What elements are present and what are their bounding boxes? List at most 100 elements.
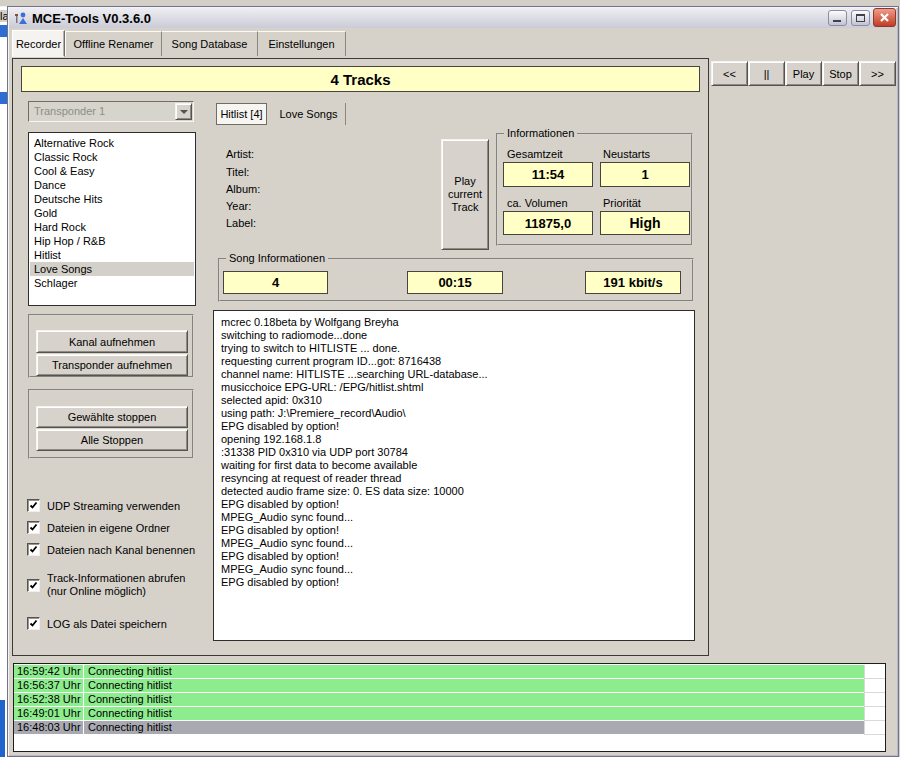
tab-label: Offline Renamer: [74, 38, 154, 50]
transponder-value: Transponder 1: [34, 105, 105, 117]
track-count-banner: 4 Tracks: [21, 66, 700, 92]
maximize-icon: [856, 14, 865, 22]
dropdown-button[interactable]: [175, 103, 192, 120]
neustarts-value: 1: [600, 162, 690, 187]
minimize-icon: [833, 20, 841, 22]
button-label: Kanal aufnehmen: [69, 336, 155, 348]
volumen-value: 11875,0: [503, 211, 593, 235]
log-line: EPG disabled by option!: [221, 524, 488, 537]
check-icon: [28, 618, 39, 629]
log-line: EPG disabled by option!: [221, 498, 488, 511]
play-label: Play: [793, 68, 814, 80]
eigene-ordner-checkbox[interactable]: [27, 521, 40, 534]
udp-streaming-checkbox[interactable]: [27, 499, 40, 512]
button-label: Play current Track: [443, 175, 487, 214]
gewaehlte-stoppen-button[interactable]: Gewählte stoppen: [36, 406, 188, 428]
channel-list-item[interactable]: Hard Rock: [30, 220, 194, 234]
song-time-value: 00:15: [407, 271, 503, 294]
tab-recorder[interactable]: Recorder: [12, 30, 65, 57]
log-output[interactable]: mcrec 0.18beta by Wolfgang Breyha switch…: [213, 310, 695, 641]
forward-button[interactable]: >>: [859, 61, 896, 86]
play-current-track-button[interactable]: Play current Track: [441, 139, 489, 250]
tab-song-database[interactable]: Song Database: [162, 31, 258, 56]
subtab-love-songs[interactable]: Love Songs: [272, 103, 346, 125]
log-line: MPEG_Audio sync found...: [221, 511, 488, 524]
log-line: MPEG_Audio sync found...: [221, 563, 488, 576]
subtab-hitlist[interactable]: Hitlist [4]: [216, 103, 267, 125]
log-line: selected apid: 0x310: [221, 394, 488, 407]
channel-list-item[interactable]: Classic Rock: [30, 150, 194, 164]
pause-button[interactable]: ||: [748, 61, 785, 86]
titel-label: Titel:: [226, 166, 249, 178]
status-row[interactable]: 16:49:01 UhrConnecting hitlist: [14, 707, 864, 720]
status-time: 16:52:38 Uhr: [14, 693, 84, 706]
transponder-aufnehmen-button[interactable]: Transponder aufnehmen: [36, 354, 188, 376]
check-icon: [28, 500, 39, 511]
tab-label: Einstellungen: [268, 38, 334, 50]
prioritaet-value: High: [600, 211, 690, 235]
status-row[interactable]: 16:52:38 UhrConnecting hitlist: [14, 693, 864, 706]
log-line: using path: J:\Premiere_record\Audio\: [221, 407, 488, 420]
close-button[interactable]: [873, 8, 896, 27]
song-number-value: 4: [223, 271, 328, 294]
log-line: EPG disabled by option!: [221, 550, 488, 563]
rewind-label: <<: [723, 68, 736, 80]
log-line: :31338 PID 0x310 via UDP port 30784: [221, 446, 488, 459]
log-line: MPEG_Audio sync found...: [221, 537, 488, 550]
channel-list-item[interactable]: Dance: [30, 178, 194, 192]
value-text: 1: [641, 167, 648, 182]
channel-list[interactable]: Alternative Rock Classic Rock Cool & Eas…: [28, 132, 196, 306]
button-label: Transponder aufnehmen: [52, 359, 172, 371]
channel-list-item[interactable]: Schlager: [30, 276, 194, 290]
neustarts-label: Neustarts: [603, 148, 650, 160]
check-icon: [28, 580, 39, 591]
stop-button[interactable]: Stop: [822, 61, 859, 86]
track-info-checkbox[interactable]: [27, 579, 40, 592]
transponder-select[interactable]: Transponder 1: [28, 101, 194, 122]
status-time: 16:49:01 Uhr: [14, 707, 84, 720]
subtab-label: Love Songs: [279, 108, 337, 120]
channel-list-item[interactable]: Alternative Rock: [30, 136, 194, 150]
stop-label: Stop: [829, 68, 852, 80]
background-selection-bar: [0, 92, 7, 104]
status-message: Connecting hitlist: [84, 721, 864, 734]
log-line: opening 192.168.1.8: [221, 433, 488, 446]
log-line: trying to switch to HITLISTE ... done.: [221, 342, 488, 355]
channel-list-item[interactable]: Hitlist: [30, 248, 194, 262]
background-selection-bar: [0, 700, 5, 757]
tab-offline-renamer[interactable]: Offline Renamer: [65, 31, 162, 56]
alle-stoppen-button[interactable]: Alle Stoppen: [36, 429, 188, 451]
channel-list-item[interactable]: Cool & Easy: [30, 164, 194, 178]
channel-list-item[interactable]: Hip Hop / R&B: [30, 234, 194, 248]
channel-list-item-selected[interactable]: Love Songs: [30, 262, 194, 276]
channel-list-item[interactable]: Deutsche Hits: [30, 192, 194, 206]
minimize-button[interactable]: [828, 10, 847, 26]
log-line: switching to radiomode...done: [221, 329, 488, 342]
log-line: channel name: HITLISTE ...searching URL-…: [221, 368, 488, 381]
chevron-down-icon: [180, 110, 188, 114]
prioritaet-label: Priorität: [603, 197, 641, 209]
check-icon: [28, 544, 39, 555]
channel-list-item[interactable]: Gold: [30, 206, 194, 220]
tab-label: Song Database: [172, 38, 248, 50]
rewind-button[interactable]: <<: [711, 61, 748, 86]
artist-label: Artist:: [226, 148, 254, 160]
status-row-selected[interactable]: 16:48:03 UhrConnecting hitlist: [14, 721, 864, 734]
check-icon: [28, 522, 39, 533]
log-line: EPG disabled by option!: [221, 576, 488, 589]
label-label: Label:: [226, 217, 256, 229]
forward-label: >>: [871, 68, 884, 80]
kanal-aufnehmen-button[interactable]: Kanal aufnehmen: [36, 330, 188, 353]
status-row[interactable]: 16:56:37 UhrConnecting hitlist: [14, 679, 864, 692]
maximize-button[interactable]: [851, 10, 870, 26]
pause-label: ||: [764, 68, 770, 80]
log-line: requesting current program ID...got: 871…: [221, 355, 488, 368]
log-speichern-checkbox[interactable]: [27, 617, 40, 630]
status-message: Connecting hitlist: [84, 693, 864, 706]
kanal-benennen-checkbox[interactable]: [27, 543, 40, 556]
status-row[interactable]: 16:59:42 UhrConnecting hitlist: [14, 665, 864, 678]
button-label: Alle Stoppen: [81, 434, 143, 446]
tab-einstellungen[interactable]: Einstellungen: [258, 31, 346, 56]
title-bar[interactable]: MCE-Tools V0.3.6.0: [9, 8, 896, 28]
play-button[interactable]: Play: [785, 61, 822, 86]
